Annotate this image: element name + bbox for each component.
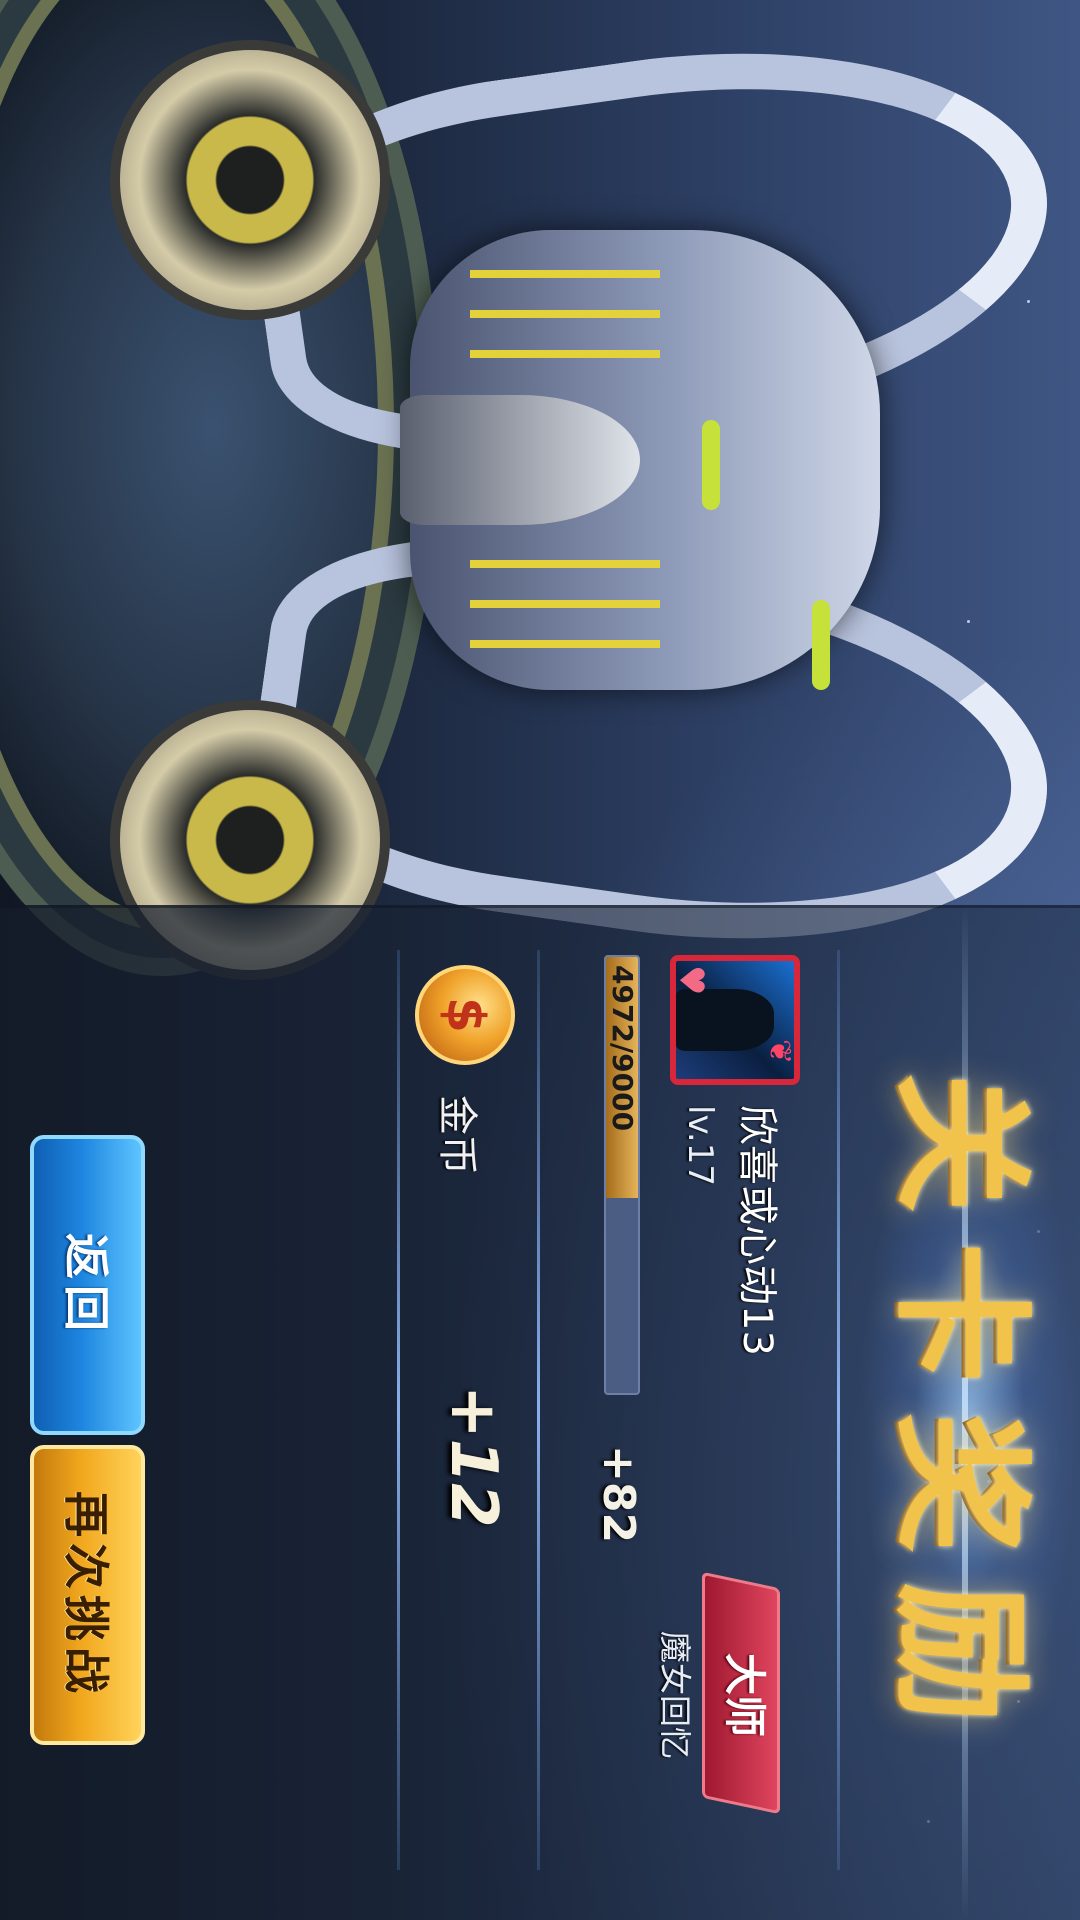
boss-bar [470,270,660,278]
experience-bar: 4972/9000 [604,955,640,1395]
boss-model-scene [0,0,1080,986]
boss-bar [470,350,660,358]
divider-line [537,950,540,1870]
experience-progress-text: 4972/9000 [606,965,639,1132]
divider-line [837,950,840,1870]
avatar: ♥ ❦ [670,955,800,1085]
back-button[interactable]: 返回 [30,1135,145,1435]
reward-panel: 关卡奖励 ♥ ❦ 欣喜或心动13 lv.17 大师 魔女回忆 4972/9000… [0,905,1080,1920]
gold-coin-icon: $ [415,965,515,1065]
heart-icon: ♥ [671,965,711,996]
landscape-stage: 关卡奖励 ♥ ❦ 欣喜或心动13 lv.17 大师 魔女回忆 4972/9000… [0,0,1080,1920]
game-screen: 关卡奖励 ♥ ❦ 欣喜或心动13 lv.17 大师 魔女回忆 4972/9000… [0,0,1080,1920]
ribbon-icon: ❦ [762,1039,797,1065]
player-level: lv.17 [680,1105,720,1186]
boss-core [400,395,640,525]
rank-badge-label: 大师 [720,1652,769,1737]
boss-glow [812,600,830,690]
boss-bar [470,560,660,568]
gold-gain: +12 [436,1385,510,1528]
boss-bar [470,600,660,608]
divider-line [397,950,400,1870]
rank-subtitle: 魔女回忆 [656,1630,694,1759]
boss-bar [470,640,660,648]
experience-gain: +82 [593,1445,644,1544]
player-name: 欣喜或心动13 [734,1105,780,1356]
boss-glow [702,420,720,510]
boss-bar [470,310,660,318]
retry-button[interactable]: 再次挑战 [30,1445,145,1745]
boss-wheel-left [110,40,390,320]
gold-label: 金币 [434,1095,480,1175]
avatar-silhouette [676,989,774,1051]
page-title: 关卡奖励 [878,1072,1042,1753]
